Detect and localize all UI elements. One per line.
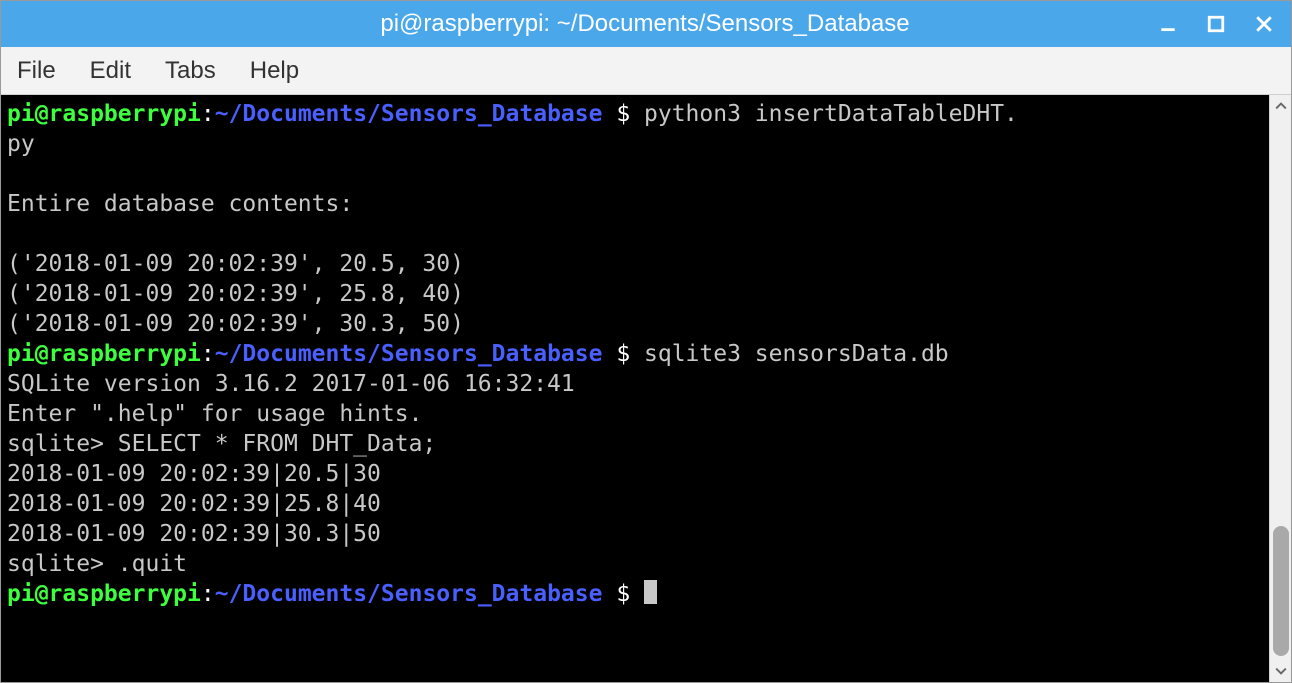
prompt-dollar: $ <box>602 341 644 367</box>
terminal-output: 2018-01-09 20:02:39|20.5|30 <box>7 461 381 487</box>
terminal-area: pi@raspberrypi:~/Documents/Sensors_Datab… <box>1 95 1291 682</box>
prompt-colon: : <box>201 101 215 127</box>
prompt-user: pi@raspberrypi <box>7 581 201 607</box>
sql-command: .quit <box>118 551 187 577</box>
prompt-dollar: $ <box>602 581 644 607</box>
chevron-up-icon <box>1275 100 1287 112</box>
scrollbar[interactable] <box>1269 95 1291 682</box>
scroll-down-button[interactable] <box>1270 660 1292 682</box>
menu-file[interactable]: File <box>11 53 62 89</box>
command-continuation: py <box>7 131 35 157</box>
menu-edit[interactable]: Edit <box>84 53 137 89</box>
command-text: sqlite3 sensorsData.db <box>644 341 949 367</box>
sqlite-prompt: sqlite> <box>7 551 118 577</box>
maximize-icon <box>1207 15 1225 33</box>
cursor-icon <box>644 580 657 604</box>
terminal-output: SQLite version 3.16.2 2017-01-06 16:32:4… <box>7 371 575 397</box>
scroll-up-button[interactable] <box>1270 95 1292 117</box>
scroll-thumb[interactable] <box>1273 526 1289 656</box>
close-button[interactable] <box>1251 11 1277 37</box>
prompt-user: pi@raspberrypi <box>7 341 201 367</box>
prompt-path: ~/Documents/Sensors_Database <box>215 581 603 607</box>
terminal-output: 2018-01-09 20:02:39|25.8|40 <box>7 491 381 517</box>
terminal-output: Enter ".help" for usage hints. <box>7 401 422 427</box>
menu-help[interactable]: Help <box>244 53 305 89</box>
minimize-icon <box>1159 15 1177 33</box>
terminal-output: Entire database contents: <box>7 191 353 217</box>
window-controls <box>1155 11 1277 37</box>
terminal-window: pi@raspberrypi: ~/Documents/Sensors_Data… <box>0 0 1292 683</box>
prompt-dollar: $ <box>602 101 644 127</box>
menubar: File Edit Tabs Help <box>1 47 1291 95</box>
minimize-button[interactable] <box>1155 11 1181 37</box>
terminal[interactable]: pi@raspberrypi:~/Documents/Sensors_Datab… <box>1 95 1269 682</box>
prompt-path: ~/Documents/Sensors_Database <box>215 341 603 367</box>
titlebar[interactable]: pi@raspberrypi: ~/Documents/Sensors_Data… <box>1 1 1291 47</box>
terminal-output: ('2018-01-09 20:02:39', 25.8, 40) <box>7 281 464 307</box>
menu-tabs[interactable]: Tabs <box>159 53 222 89</box>
prompt-colon: : <box>201 341 215 367</box>
prompt-path: ~/Documents/Sensors_Database <box>215 101 603 127</box>
command-text: python3 insertDataTableDHT. <box>644 101 1018 127</box>
maximize-button[interactable] <box>1203 11 1229 37</box>
terminal-output: ('2018-01-09 20:02:39', 30.3, 50) <box>7 311 464 337</box>
close-icon <box>1255 15 1273 33</box>
terminal-output: ('2018-01-09 20:02:39', 20.5, 30) <box>7 251 464 277</box>
scroll-track[interactable] <box>1273 117 1289 660</box>
chevron-down-icon <box>1275 665 1287 677</box>
sqlite-prompt: sqlite> <box>7 431 118 457</box>
prompt-user: pi@raspberrypi <box>7 101 201 127</box>
prompt-colon: : <box>201 581 215 607</box>
terminal-output: 2018-01-09 20:02:39|30.3|50 <box>7 521 381 547</box>
sql-command: SELECT * FROM DHT_Data; <box>118 431 437 457</box>
window-title: pi@raspberrypi: ~/Documents/Sensors_Data… <box>15 10 1155 38</box>
